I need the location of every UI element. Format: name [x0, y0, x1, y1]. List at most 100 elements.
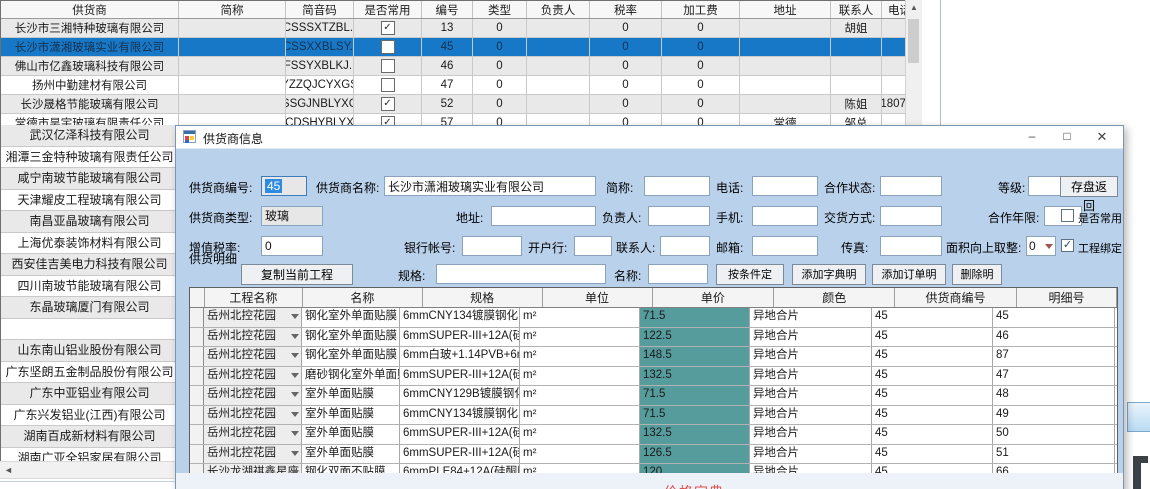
copy-project-button[interactable]: 复制当前工程	[241, 264, 353, 285]
maximize-button[interactable]: □	[1052, 127, 1082, 146]
list-item[interactable]: 湖南广亚全铝家居有限公司	[1, 448, 178, 462]
grid-cell[interactable]: 异地合片	[750, 308, 872, 327]
grid-cell[interactable]: 异地合片	[750, 328, 872, 347]
table-row[interactable]: 长沙晟格节能玻璃有限公司CSSGJNBLYXGS✓52000陈姐180751	[1, 95, 922, 114]
project-combo[interactable]: 岳州北控花园	[204, 406, 302, 425]
column-header[interactable]: 税率	[590, 1, 662, 18]
column-header[interactable]: 地址	[740, 1, 831, 18]
unchecked-checkbox[interactable]	[381, 59, 395, 73]
table-cell[interactable]: 13	[422, 19, 473, 37]
table-cell[interactable]	[527, 38, 590, 56]
grid-cell[interactable]: 122.5	[640, 328, 750, 347]
table-row[interactable]: 佛山市亿鑫玻璃科技有限公司FSSYXBLKJ..46000	[1, 57, 922, 76]
list-item[interactable]: 湘潭三金特种玻璃有限责任公司	[1, 147, 178, 169]
table-cell[interactable]: 47	[422, 76, 473, 94]
leader-field[interactable]	[648, 206, 710, 226]
table-cell[interactable]	[527, 95, 590, 113]
contact-field[interactable]	[660, 236, 710, 256]
grid-column-header[interactable]: 供货商编号	[895, 288, 1017, 307]
table-cell[interactable]: 胡姐	[831, 19, 882, 37]
grid-cell[interactable]: 45	[872, 367, 993, 386]
table-cell[interactable]: 0	[590, 76, 662, 94]
column-header[interactable]: 编号	[422, 1, 473, 18]
list-item[interactable]: 东晶玻璃厦门有限公司	[1, 297, 178, 319]
list-item[interactable]: 咸宁南玻节能玻璃有限公司	[1, 168, 178, 190]
column-header[interactable]: 简称	[179, 1, 286, 18]
unchecked-checkbox[interactable]	[381, 78, 395, 92]
table-cell[interactable]	[354, 76, 422, 94]
project-combo[interactable]: 岳州北控花园	[204, 347, 302, 366]
grid-cell[interactable]: 71.5	[640, 386, 750, 405]
table-cell[interactable]: 长沙市潇湘玻璃实业有限公司	[1, 38, 179, 56]
detail-row[interactable]: 岳州北控花园室外单面贴膜6mmCNY129B镀膜钢化m²71.5异地合片4548	[190, 386, 1117, 406]
column-header[interactable]: 加工费	[662, 1, 740, 18]
detail-row[interactable]: 岳州北控花园室外单面贴膜6mmSUPER-III+12A(硅...m²126.5…	[190, 445, 1117, 465]
vertical-scrollbar[interactable]: ▲	[905, 0, 922, 125]
horizontal-scrollbar[interactable]: ◄	[0, 461, 177, 479]
list-item[interactable]: 四川南玻节能玻璃有限公司	[1, 276, 178, 298]
grid-cell[interactable]: 6mm白玻+1.14PVB+6mm...	[400, 347, 520, 366]
unchecked-checkbox[interactable]	[381, 40, 395, 54]
table-row[interactable]: 长沙市三湘特种玻璃有限公司CSSSXTZBL..✓13000胡姐	[1, 19, 922, 38]
grid-cell[interactable]: 异地合片	[750, 386, 872, 405]
table-cell[interactable]: CSSSXTZBL..	[286, 19, 354, 37]
grid-column-header[interactable]: 工程名称	[205, 288, 303, 307]
background-window-button[interactable]	[1127, 402, 1150, 432]
table-cell[interactable]: 45	[422, 38, 473, 56]
table-cell[interactable]	[354, 57, 422, 75]
add-order-detail-button[interactable]: 添加订单明细	[872, 264, 946, 285]
column-header[interactable]: 负责人	[527, 1, 590, 18]
table-cell[interactable]: 0	[590, 57, 662, 75]
list-item[interactable]	[1, 319, 178, 341]
table-cell[interactable]: 0	[662, 38, 740, 56]
grid-cell[interactable]: 51	[993, 445, 1115, 464]
detail-row[interactable]: 岳州北控花园钢化室外单面贴膜6mm白玻+1.14PVB+6mm...m²148.…	[190, 347, 1117, 367]
row-header[interactable]	[190, 445, 204, 464]
table-cell[interactable]: ✓	[354, 19, 422, 37]
table-cell[interactable]	[527, 19, 590, 37]
table-cell[interactable]: 0	[473, 57, 527, 75]
list-item[interactable]: 上海优泰装饰材料有限公司	[1, 233, 178, 255]
table-cell[interactable]: 长沙市三湘特种玻璃有限公司	[1, 19, 179, 37]
list-item[interactable]: 武汉亿泽科技有限公司	[1, 125, 178, 147]
column-header[interactable]: 简音码	[286, 1, 354, 18]
phone-field[interactable]	[752, 176, 818, 196]
grid-cell[interactable]: 异地合片	[750, 347, 872, 366]
table-cell[interactable]: 46	[422, 57, 473, 75]
list-item[interactable]: 广东兴发铝业(江西)有限公司	[1, 405, 178, 427]
chevron-down-icon[interactable]	[291, 412, 299, 417]
grid-cell[interactable]: 46	[993, 328, 1115, 347]
table-cell[interactable]: 0	[473, 38, 527, 56]
grid-cell[interactable]: 48	[993, 386, 1115, 405]
detail-row[interactable]: 岳州北控花园室外单面贴膜6mmCNY134镀膜钢化m²71.5异地合片4549	[190, 406, 1117, 426]
grid-cell[interactable]: m²	[520, 347, 640, 366]
spec-filter-input[interactable]	[436, 264, 606, 284]
table-cell[interactable]: 佛山市亿鑫玻璃科技有限公司	[1, 57, 179, 75]
chevron-down-icon[interactable]	[291, 431, 299, 436]
save-return-button[interactable]: 存盘返回	[1060, 176, 1118, 197]
grid-cell[interactable]: m²	[520, 406, 640, 425]
table-cell[interactable]: 0	[590, 19, 662, 37]
grid-cell[interactable]: 异地合片	[750, 425, 872, 444]
grid-cell[interactable]: 132.5	[640, 367, 750, 386]
grid-cell[interactable]: 6mmCNY134镀膜钢化	[400, 308, 520, 327]
table-cell[interactable]	[740, 19, 831, 37]
scrollbar-thumb[interactable]	[908, 19, 919, 63]
grid-cell[interactable]: m²	[520, 328, 640, 347]
table-cell[interactable]	[179, 19, 286, 37]
table-cell[interactable]	[179, 57, 286, 75]
list-item[interactable]: 天津耀皮工程玻璃有限公司	[1, 190, 178, 212]
table-cell[interactable]: 扬州中勤建材有限公司	[1, 76, 179, 94]
project-combo[interactable]: 岳州北控花园	[204, 386, 302, 405]
grid-cell[interactable]: 50	[993, 425, 1115, 444]
chevron-down-icon[interactable]	[291, 451, 299, 456]
column-header[interactable]: 是否常用	[354, 1, 422, 18]
grid-cell[interactable]: 45	[872, 425, 993, 444]
scroll-left-icon[interactable]: ◄	[4, 463, 13, 477]
table-cell[interactable]	[179, 95, 286, 113]
grid-cell[interactable]: 异地合片	[750, 406, 872, 425]
row-header[interactable]	[190, 386, 204, 405]
column-header[interactable]: 联系人	[831, 1, 882, 18]
table-cell[interactable]: 0	[662, 76, 740, 94]
project-combo[interactable]: 岳州北控花园	[204, 445, 302, 464]
